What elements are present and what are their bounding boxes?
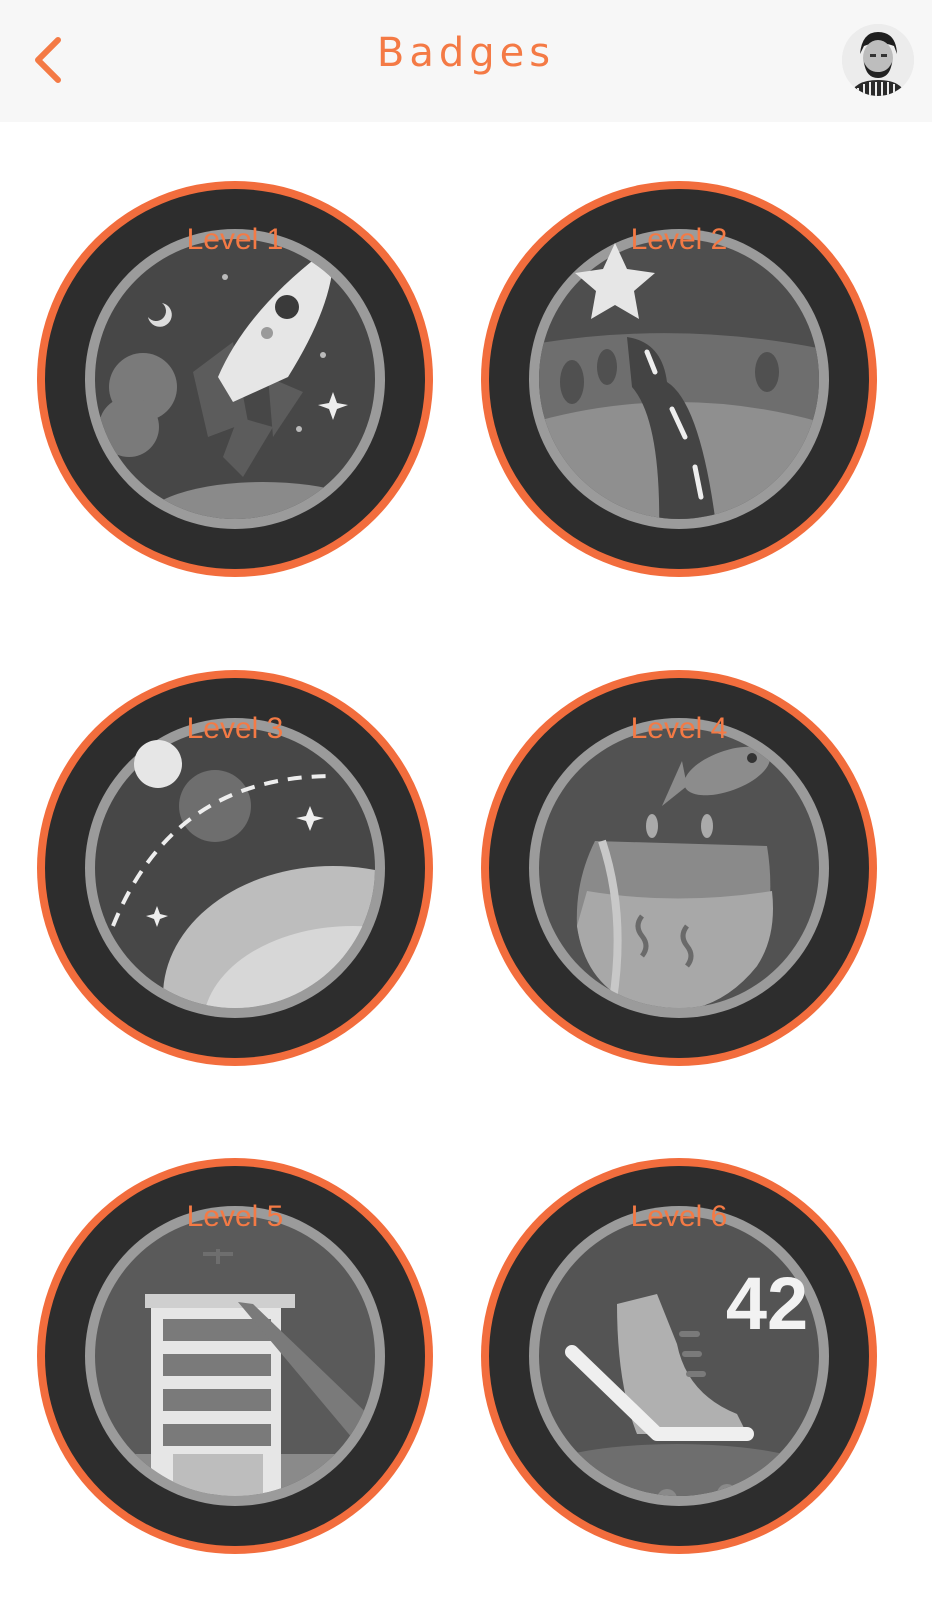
page-title: Badges <box>376 30 556 76</box>
top-bar: Badges <box>0 0 932 122</box>
profile-photo <box>842 24 914 96</box>
badge-level-5[interactable]: Level 5 <box>33 1154 437 1558</box>
badge-level-1[interactable]: Level 1 <box>33 177 437 581</box>
badge-label: Level 4 <box>630 712 728 745</box>
badge-label: Level 3 <box>186 712 284 745</box>
badge-label: Level 1 <box>186 223 284 256</box>
badge-number: 42 <box>726 1262 808 1345</box>
badge-level-6[interactable]: 42 Level 6 <box>477 1154 881 1558</box>
avatar[interactable] <box>842 24 914 96</box>
badge-label: Level 5 <box>186 1200 284 1233</box>
badge-label: Level 2 <box>630 223 728 256</box>
badge-level-4[interactable]: Level 4 <box>477 666 881 1070</box>
badge-level-2[interactable]: Level 2 <box>477 177 881 581</box>
badge-level-3[interactable]: Level 3 <box>33 666 437 1070</box>
badge-label: Level 6 <box>630 1200 728 1233</box>
